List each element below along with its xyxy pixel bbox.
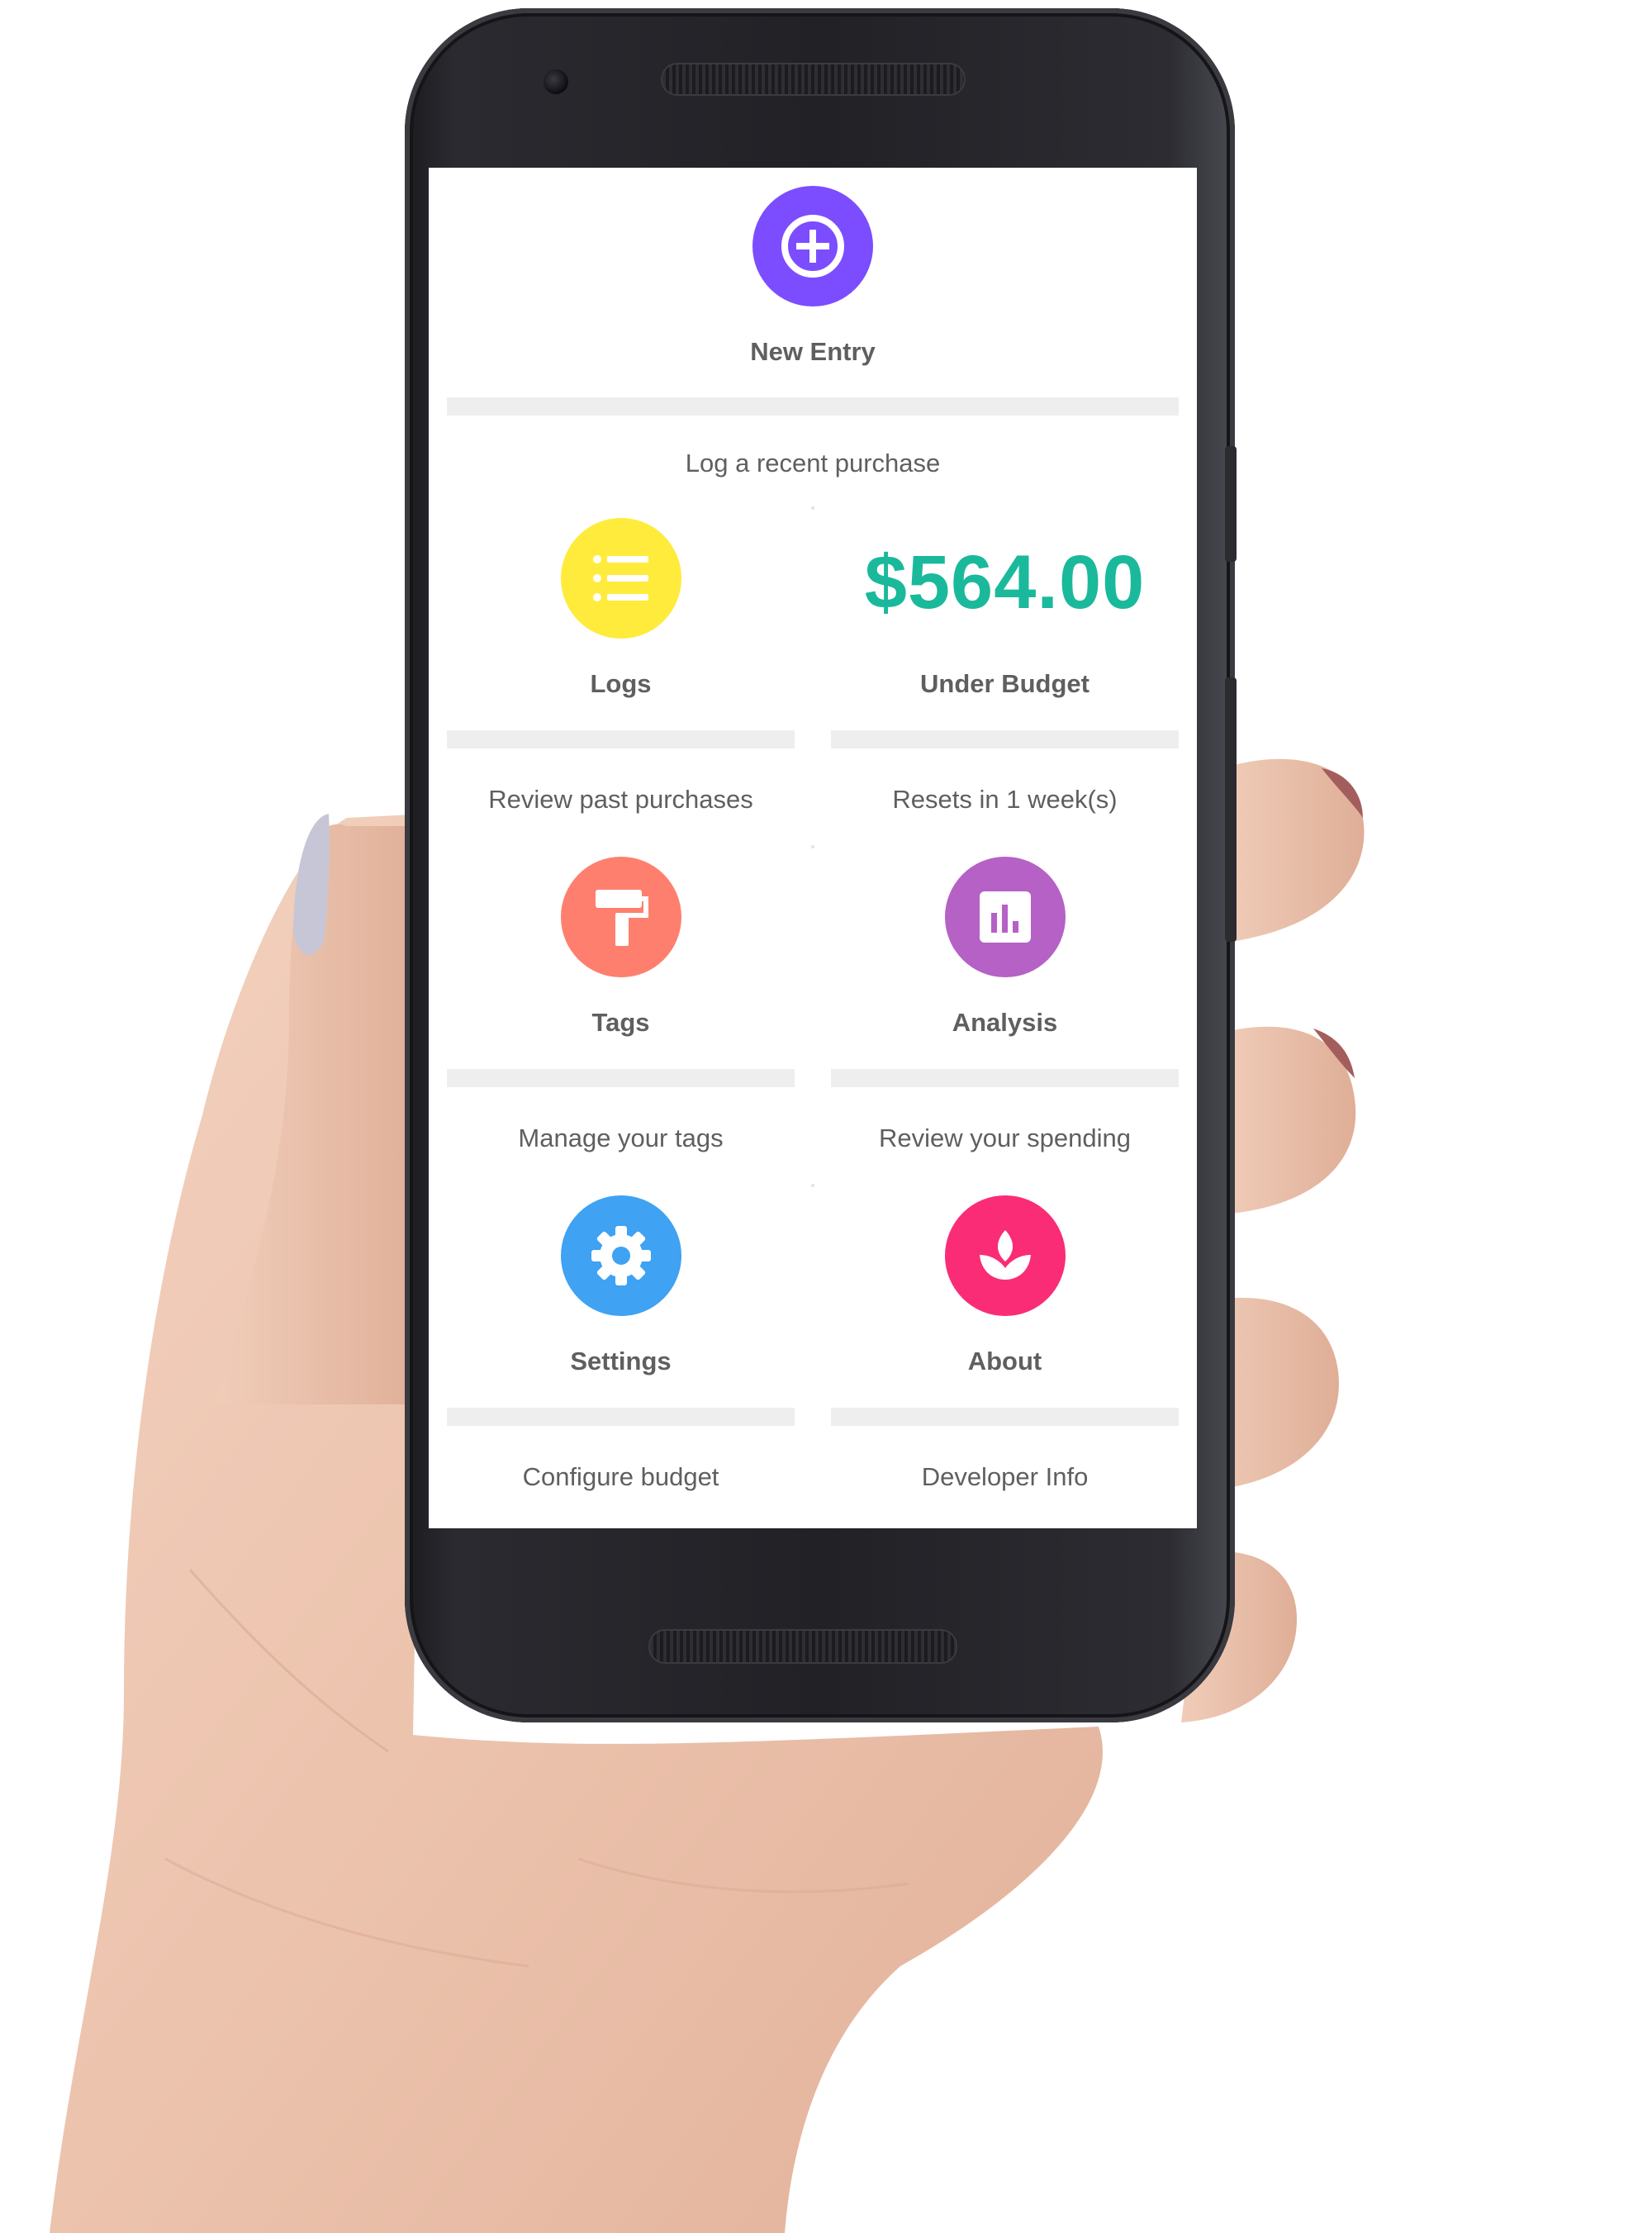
tags-button[interactable] [561, 857, 681, 977]
front-camera [544, 69, 568, 94]
about-subtitle: Developer Info [921, 1462, 1089, 1491]
app-screen: New Entry Log a recent purchase Logs Rev… [429, 168, 1197, 1528]
plus-circle-icon [781, 215, 844, 278]
power-button [1225, 446, 1237, 562]
budget-amount: $564.00 [864, 540, 1146, 625]
settings-button[interactable] [561, 1195, 681, 1316]
bar-chart-icon [980, 891, 1031, 943]
about-label: About [967, 1347, 1042, 1375]
analysis-button[interactable] [945, 857, 1066, 977]
about-tile[interactable]: About Developer Info [813, 1184, 1197, 1524]
divider [831, 730, 1179, 748]
tags-tile[interactable]: Tags Manage your tags [429, 845, 813, 1185]
settings-label: Settings [570, 1347, 672, 1375]
budget-status-label: Under Budget [920, 669, 1089, 698]
divider [447, 397, 1179, 416]
earpiece-speaker [661, 63, 966, 96]
about-button[interactable] [945, 1195, 1066, 1316]
settings-subtitle: Configure budget [522, 1462, 719, 1491]
paint-roller-icon [596, 890, 648, 946]
tags-label: Tags [591, 1008, 650, 1037]
bottom-speaker [648, 1629, 957, 1664]
analysis-tile[interactable]: Analysis Review your spending [813, 845, 1197, 1185]
logs-subtitle: Review past purchases [488, 785, 753, 814]
analysis-label: Analysis [952, 1008, 1058, 1037]
divider [831, 1408, 1179, 1426]
logs-tile[interactable]: Logs Review past purchases [429, 506, 813, 847]
divider [831, 1069, 1179, 1087]
divider [447, 1408, 795, 1426]
new-entry-button[interactable] [752, 186, 873, 306]
analysis-subtitle: Review your spending [878, 1124, 1131, 1152]
new-entry-subtitle: Log a recent purchase [685, 449, 941, 477]
tags-subtitle: Manage your tags [518, 1124, 724, 1152]
settings-tile[interactable]: Settings Configure budget [429, 1184, 813, 1524]
new-entry-label: New Entry [750, 337, 876, 366]
lotus-icon [980, 1230, 1031, 1280]
divider [447, 1069, 795, 1087]
logs-button[interactable] [561, 518, 681, 639]
budget-reset-text: Resets in 1 week(s) [892, 785, 1118, 814]
list-icon [593, 555, 648, 601]
gear-icon [591, 1226, 651, 1285]
logs-label: Logs [590, 669, 652, 698]
new-entry-tile[interactable]: New Entry Log a recent purchase [429, 168, 1197, 515]
volume-button [1225, 677, 1237, 942]
budget-tile[interactable]: $564.00 Under Budget Resets in 1 week(s) [813, 506, 1197, 847]
divider [447, 730, 795, 748]
